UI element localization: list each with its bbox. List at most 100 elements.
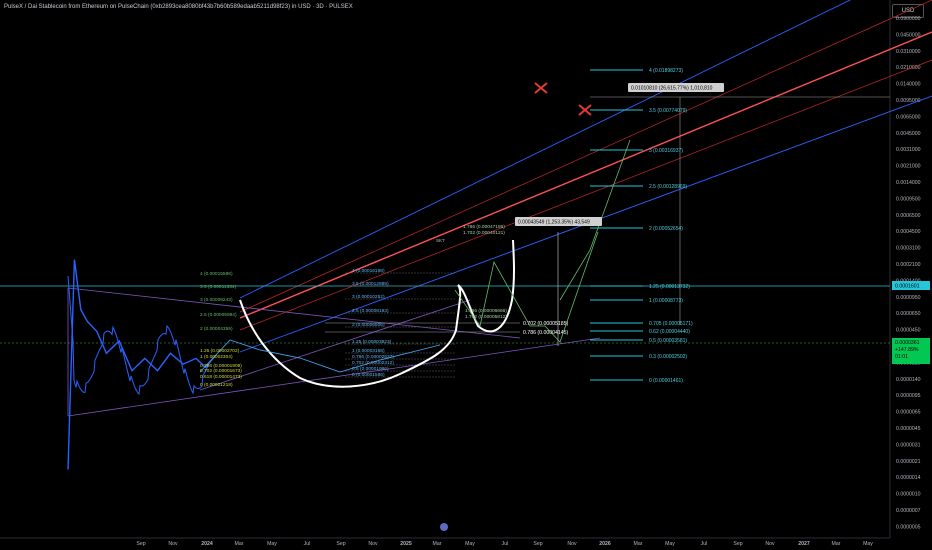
y-tick-label: 0.0095000: [896, 98, 921, 104]
x-tick-label: Mar: [433, 541, 442, 547]
last-price-tag: 0.0000361+147.89%01:01: [892, 338, 930, 364]
y-tick-label: 0.0000650: [896, 311, 921, 317]
x-tick-label: Mar: [235, 541, 244, 547]
fib-near-label: 0.786 (0.00004145): [523, 330, 569, 336]
x-tick-label: Sep: [336, 541, 345, 547]
x-tick-label: Mar: [634, 541, 643, 547]
fib-right-label: 0 (0.00001461): [649, 378, 683, 384]
fib-mid-label: 2 (0.00006506): [352, 322, 385, 328]
x-tick-label: Nov: [567, 541, 577, 547]
y-tick-label: 0.0000140: [896, 377, 921, 383]
x-tick-label: Nov: [368, 541, 378, 547]
fib-mid-label: 3.5 (0.00012889): [352, 281, 389, 287]
x-tick-label: May: [465, 541, 475, 547]
x-tick-label: May: [665, 541, 675, 547]
y-tick-label: 0.0900000: [896, 16, 921, 22]
y-tick-label: 0.0000005: [896, 524, 921, 530]
price-tags: 0.0001601 0.0000361+147.89%01:01: [892, 281, 930, 364]
y-tick-label: 0.0000450: [896, 328, 921, 334]
y-tick-label: 0.0000065: [896, 410, 921, 416]
marker-price-label: 0.0001601: [895, 284, 920, 290]
x-tick-label: Sep: [136, 541, 145, 547]
fib-mid-label: 0 (0.00001586): [352, 372, 385, 378]
fib-near-label: 0.702 (0.00005185): [523, 321, 569, 327]
y-tick-label: 0.0003100: [896, 246, 921, 252]
target-annotation-1: 0.01010810 (26,615.77%) 1,010,810: [628, 83, 724, 92]
mini-label: SKT: [436, 238, 445, 243]
last-price-label: 0.0000361: [895, 340, 920, 346]
y-tick-label: 0.0310000: [896, 49, 921, 55]
y-tick-label: 0.0006500: [896, 213, 921, 219]
fib-mid-label: 1.25 (0.00003923): [352, 339, 392, 345]
fib-right-label: 0.62 (0.00004440): [649, 329, 690, 335]
x-tick-label: Jul: [304, 541, 311, 547]
fib-left-label: 2.5 (0.00005994): [200, 312, 237, 318]
cross-mark: [578, 104, 592, 116]
fib-mid-label: 3 (0.00010252): [352, 294, 385, 300]
cross-mark: [534, 82, 548, 94]
price-candles: [67, 275, 209, 396]
fib-left-label: 0.702 (0.00001673): [200, 368, 242, 374]
fib-mid-label: 4 (0.00016198): [352, 268, 385, 274]
fib-right-label: 0.3 (0.00002502): [649, 354, 687, 360]
countdown-label: 01:01: [895, 354, 908, 360]
fib-mid-label: 0.702 (0.00002312): [352, 360, 394, 366]
target-1-label: 0.01010810 (26,615.77%) 1,010,810: [631, 86, 713, 92]
fib-right-label: 0.5 (0.00003581): [649, 338, 687, 344]
fib-left-label: 4 (0.00015586): [200, 271, 233, 277]
channel-line: [239, 0, 852, 299]
x-tick-label: 2025: [400, 541, 412, 547]
fib-right-label: 2.5 (0.00128969): [649, 184, 687, 190]
y-tick-label: 0.0140000: [896, 82, 921, 88]
fib-left-label: 2 (0.00004359): [200, 326, 233, 332]
price-chart[interactable]: 0.09000000.04500000.03100000.02100000.01…: [0, 0, 932, 550]
fib-upper-label: 1.702 (0.00040121): [463, 230, 505, 236]
fib-left-label: 1.25 (0.00002702): [200, 348, 240, 354]
y-tick-label: 0.0004500: [896, 229, 921, 235]
y-tick-label: 0.0045000: [896, 131, 921, 137]
change-label: +147.89%: [895, 347, 919, 353]
y-tick-label: 0.0002100: [896, 262, 921, 268]
x-tick-label: 2027: [798, 541, 810, 547]
y-tick-label: 0.0000014: [896, 475, 921, 481]
marker-price-tag: 0.0001601: [892, 281, 930, 290]
fib-right-label: 1 (0.00008773): [649, 298, 683, 304]
fib-mid-label: 1 (0.00003168): [352, 348, 385, 354]
fib-right-label: 4 (0.01898273): [649, 68, 683, 74]
fib-mid-label: 2.5 (0.00008193): [352, 308, 389, 314]
fib-right-label: 3.5 (0.00774079): [649, 108, 687, 114]
x-tick-label: Jul: [701, 541, 708, 547]
x-tick-label: 2026: [599, 541, 611, 547]
y-tick-label: 0.0000021: [896, 459, 921, 465]
time-axis: Sep Nov 2024 Mar May Jul Sep Nov 2025 Mar May Jul Se…: [0, 537, 890, 547]
drawings-layer: 0.01010810 (26,615.77%) 1,010,810 0.00043…: [0, 0, 932, 531]
fib-upper-label: 1.786 (0.00006666): [465, 308, 507, 314]
y-tick-label: 0.0031000: [896, 147, 921, 153]
fib-left-label: 3.5 (0.00011334): [200, 284, 237, 290]
fib-right-label: 0.705 (0.00005171): [649, 321, 693, 327]
y-tick-label: 0.0000007: [896, 508, 921, 514]
fib-right-label: 2 (0.00052654): [649, 226, 683, 232]
fib-mid-label: 0.786 (0.00002637): [352, 354, 394, 360]
fib-mid-label: 0.5 (0.00001986): [352, 366, 389, 372]
fib-right-label: 1.25 (0.00013732): [649, 284, 690, 290]
x-tick-label: May: [863, 541, 873, 547]
fib-left-label: 1 (0.00002304): [200, 354, 233, 360]
fib-upper-label: 1.702 (0.00005812): [465, 314, 507, 320]
y-tick-label: 0.0000950: [896, 295, 921, 301]
x-tick-label: Sep: [733, 541, 742, 547]
fib-upper-label: 1.786 (0.00047186): [463, 224, 505, 230]
channel-line: [239, 0, 932, 313]
fib-left-label: 0 (0.00001218): [200, 382, 233, 388]
token-logo-icon: [440, 523, 448, 531]
x-tick-label: Nov: [765, 541, 775, 547]
y-tick-label: 0.0065000: [896, 114, 921, 120]
y-tick-label: 0.0000045: [896, 426, 921, 432]
fib-left-label: 3 (0.00008243): [200, 297, 233, 303]
target-annotation-2: 0.00043549 (1,253.35%) 43,549: [515, 217, 602, 226]
x-tick-label: Nov: [168, 541, 178, 547]
y-tick-label: 0.0000095: [896, 393, 921, 399]
y-tick-label: 0.0000031: [896, 442, 921, 448]
x-tick-label: May: [267, 541, 277, 547]
x-tick-label: Mar: [832, 541, 841, 547]
